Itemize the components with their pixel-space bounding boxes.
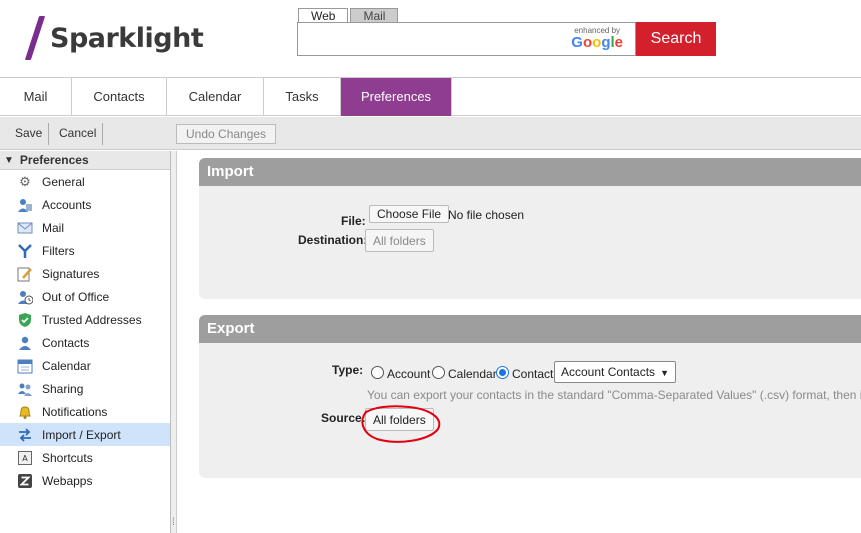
- tab-contacts[interactable]: Contacts: [72, 78, 167, 116]
- type-radio-contacts[interactable]: [496, 366, 509, 379]
- export-hint-text: You can export your contacts in the stan…: [367, 388, 861, 402]
- type-radio-account-label[interactable]: Account: [387, 367, 430, 381]
- sidebar-item-label: Calendar: [42, 358, 91, 373]
- gear-icon: ⚙: [19, 173, 31, 189]
- import-section: Import File: Choose File No file chosen …: [199, 158, 861, 299]
- enhanced-by-google: enhanced by Google: [571, 26, 623, 51]
- export-section: Export Type: Account Calendar Contacts A…: [199, 315, 861, 478]
- sidebar-item-accounts[interactable]: Accounts: [0, 193, 170, 216]
- sidebar-item-signatures[interactable]: Signatures: [0, 262, 170, 285]
- collapse-triangle-icon[interactable]: ▼: [4, 151, 14, 170]
- toolbar-separator: [102, 123, 103, 145]
- brand-name: Sparklight: [50, 22, 204, 54]
- sidebar-item-label: Signatures: [42, 266, 100, 281]
- sidebar-item-out-of-office[interactable]: Out of Office: [0, 285, 170, 308]
- sidebar-item-mail[interactable]: Mail: [0, 216, 170, 239]
- sidebar-item-calendar[interactable]: Calendar: [0, 354, 170, 377]
- brand-logo[interactable]: Sparklight: [24, 16, 204, 60]
- shield-check-icon: [17, 312, 33, 328]
- bell-icon: [17, 404, 33, 420]
- keyboard-icon: A: [17, 450, 33, 466]
- tab-calendar[interactable]: Calendar: [167, 78, 264, 116]
- sidebar-item-shortcuts[interactable]: A Shortcuts: [0, 446, 170, 469]
- no-file-chosen-text: No file chosen: [448, 208, 525, 222]
- destination-label: Destination:: [298, 233, 368, 247]
- svg-text:A: A: [22, 454, 28, 463]
- sidebar-item-label: Mail: [42, 220, 65, 235]
- import-section-title: Import: [199, 158, 861, 186]
- sidebar-item-label: Import / Export: [42, 427, 121, 442]
- sidebar-item-label: Shortcuts: [42, 450, 93, 465]
- toolbar-separator: [48, 123, 49, 145]
- undo-changes-button[interactable]: Undo Changes: [176, 124, 277, 144]
- type-radio-contacts-label[interactable]: Contacts: [512, 367, 559, 381]
- zimbra-icon: [17, 473, 33, 489]
- page: Sparklight Web Mail enhanced by Google S…: [0, 0, 861, 533]
- import-export-icon: [17, 427, 33, 443]
- sidebar-item-label: General: [42, 174, 85, 189]
- export-format-value: Account Contacts: [561, 365, 656, 379]
- sidebar-header[interactable]: ▼ Preferences: [0, 151, 170, 170]
- content-area: Import File: Choose File No file chosen …: [177, 151, 861, 533]
- out-of-office-icon: [17, 289, 33, 305]
- preferences-sidebar: ▼ Preferences ⚙ General Accounts Mail Fi…: [0, 151, 171, 533]
- sidebar-item-label: Sharing: [42, 381, 84, 396]
- sidebar-item-label: Filters: [42, 243, 75, 258]
- accounts-icon: [17, 197, 33, 213]
- annotation-circle: [361, 405, 441, 443]
- filter-icon: [17, 243, 33, 259]
- sidebar-item-label: Trusted Addresses: [42, 312, 142, 327]
- calendar-icon: [17, 358, 33, 374]
- search-input[interactable]: enhanced by Google: [297, 22, 636, 56]
- sidebar-item-trusted-addresses[interactable]: Trusted Addresses: [0, 308, 170, 331]
- choose-file-button[interactable]: Choose File: [369, 205, 450, 223]
- sidebar-item-contacts[interactable]: Contacts: [0, 331, 170, 354]
- sidebar-item-sharing[interactable]: Sharing: [0, 377, 170, 400]
- envelope-icon: [17, 220, 33, 236]
- sidebar-item-webapps[interactable]: Webapps: [0, 469, 170, 492]
- splitter-grip-icon[interactable]: ⁞: [172, 517, 175, 528]
- tab-tasks[interactable]: Tasks: [264, 78, 341, 116]
- cancel-button[interactable]: Cancel: [50, 124, 105, 144]
- contact-icon: [17, 335, 33, 351]
- tab-preferences[interactable]: Preferences: [341, 78, 452, 116]
- sidebar-header-label: Preferences: [19, 152, 89, 167]
- search-tab-web[interactable]: Web: [298, 8, 349, 23]
- toolbar: Save Cancel Undo Changes: [0, 117, 861, 150]
- sidebar-item-import-export[interactable]: Import / Export: [0, 423, 170, 446]
- type-radio-calendar[interactable]: [432, 366, 445, 379]
- sidebar-item-label: Notifications: [42, 404, 108, 419]
- sidebar-item-label: Out of Office: [42, 289, 110, 304]
- signature-icon: [17, 266, 33, 282]
- type-label: Type:: [332, 363, 364, 377]
- logo-slash-mark: [24, 16, 46, 60]
- destination-folder-button[interactable]: All folders: [365, 229, 434, 252]
- sidebar-item-general[interactable]: ⚙ General: [0, 170, 170, 193]
- search-button[interactable]: Search: [636, 22, 716, 56]
- type-radio-calendar-label[interactable]: Calendar: [448, 367, 497, 381]
- save-button[interactable]: Save: [6, 124, 51, 144]
- search-tab-mail[interactable]: Mail: [350, 8, 399, 23]
- tab-mail[interactable]: Mail: [0, 78, 72, 116]
- sidebar-item-notifications[interactable]: Notifications: [0, 400, 170, 423]
- main-nav: Mail Contacts Calendar Tasks Preferences: [0, 77, 861, 116]
- type-radio-account[interactable]: [371, 366, 384, 379]
- google-logo: Google: [571, 34, 623, 51]
- chevron-down-icon: ▼: [660, 368, 669, 378]
- file-label: File:: [341, 214, 366, 228]
- export-format-select[interactable]: Account Contacts ▼: [554, 361, 676, 383]
- export-section-title: Export: [199, 315, 861, 343]
- search-tabs: Web Mail: [298, 8, 399, 23]
- sidebar-item-label: Webapps: [42, 473, 93, 488]
- sidebar-item-label: Accounts: [42, 197, 92, 212]
- header: Sparklight Web Mail enhanced by Google S…: [0, 0, 861, 77]
- sidebar-item-filters[interactable]: Filters: [0, 239, 170, 262]
- sidebar-item-label: Contacts: [42, 335, 90, 350]
- sharing-icon: [17, 381, 33, 397]
